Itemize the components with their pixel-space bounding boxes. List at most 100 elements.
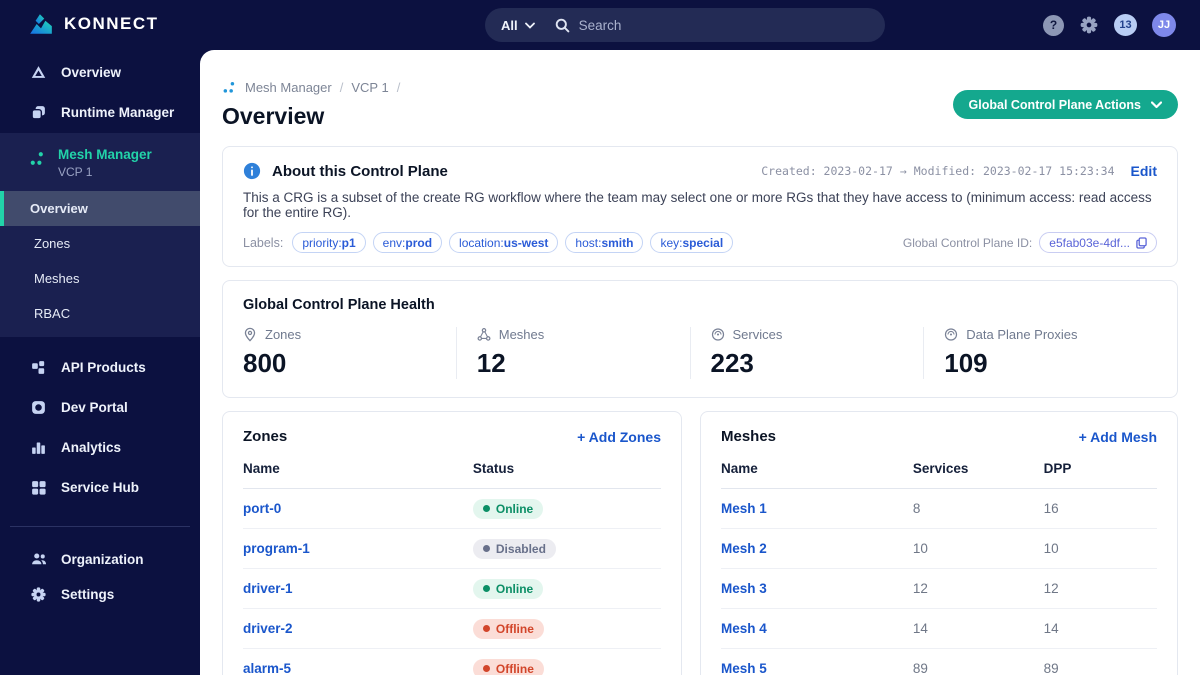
notification-count-badge[interactable]: 13	[1114, 14, 1137, 36]
search-icon	[555, 18, 569, 32]
sidebar-item-service-hub[interactable]: Service Hub	[0, 467, 200, 507]
zone-link[interactable]: driver-2	[243, 621, 293, 636]
label-chip-key: key: special	[650, 232, 734, 253]
breadcrumb-mesh-manager[interactable]: Mesh Manager	[245, 80, 332, 95]
sidebar-mesh-manager-section: Mesh Manager VCP 1 Overview Zones Meshes…	[0, 133, 200, 337]
konnect-logo-icon	[30, 14, 52, 34]
add-zones-link[interactable]: + Add Zones	[577, 429, 661, 445]
status-badge: Online	[472, 498, 544, 519]
sidebar-item-label: Settings	[61, 586, 115, 602]
sidebar-item-label: Runtime Manager	[61, 104, 175, 120]
topbar-actions: ? 13 JJ	[1043, 13, 1176, 37]
sidebar-item-mesh-manager[interactable]: Mesh Manager VCP 1	[0, 142, 200, 185]
mesh-link[interactable]: Mesh 2	[721, 541, 767, 556]
mesh-link[interactable]: Mesh 4	[721, 621, 767, 636]
mesh-manager-sublabel: VCP 1	[58, 165, 93, 179]
chevron-down-icon	[1151, 100, 1162, 108]
sidebar-item-runtime-manager[interactable]: Runtime Manager	[0, 92, 200, 132]
zone-row: port-0 Online	[243, 489, 661, 529]
sidebar-item-settings[interactable]: Settings	[0, 577, 200, 611]
sidebar-item-label: Overview	[61, 64, 122, 80]
mesh-dots-icon	[29, 150, 46, 167]
sidebar-item-dev-portal[interactable]: Dev Portal	[0, 387, 200, 427]
search-scope-value: All	[501, 17, 518, 33]
mesh-link[interactable]: Mesh 1	[721, 501, 767, 516]
timestamps: Created: 2023-02-17 → Modified: 2023-02-…	[761, 164, 1114, 178]
dev-portal-icon	[29, 399, 48, 416]
zone-link[interactable]: port-0	[243, 501, 281, 516]
mesh-globe-icon	[711, 328, 724, 341]
search-input[interactable]	[578, 17, 799, 33]
about-card-title: About this Control Plane	[272, 162, 448, 180]
control-plane-id-chip[interactable]: e5fab03e-4df...	[1039, 232, 1157, 253]
zone-link[interactable]: program-1	[243, 541, 310, 556]
label-chip-env: env: prod	[372, 232, 443, 253]
meshes-table-header: Name Services DPP	[721, 449, 1157, 489]
label-chip-location: location: us-west	[449, 232, 559, 253]
zones-card-title: Zones	[243, 428, 288, 445]
modified-timestamp: Modified: 2023-02-17 15:23:34	[913, 164, 1115, 178]
info-icon	[243, 162, 261, 180]
topbar: KONNECT All ? 13 JJ	[0, 0, 1200, 50]
mesh-row: Mesh 3 12 12	[721, 569, 1157, 609]
metric-dpp-value: 109	[944, 348, 988, 378]
mesh-link[interactable]: Mesh 5	[721, 661, 767, 675]
sidebar-item-label: Dev Portal	[61, 399, 128, 415]
status-badge: Offline	[472, 658, 544, 675]
mesh-dots-icon	[223, 82, 235, 93]
help-button[interactable]: ?	[1043, 14, 1064, 36]
global-control-plane-actions-button[interactable]: Global Control Plane Actions	[952, 90, 1178, 119]
mesh-row: Mesh 4 14 14	[721, 609, 1157, 649]
control-plane-description: This a CRG is a subset of the create RG …	[243, 190, 1152, 220]
metric-services: Services 223	[689, 327, 924, 379]
sidebar-item-analytics[interactable]: Analytics	[0, 427, 200, 467]
user-avatar[interactable]: JJ	[1152, 13, 1176, 37]
service-hub-grid-icon	[29, 479, 48, 496]
sidebar-item-overview[interactable]: Overview	[0, 52, 200, 92]
sidebar-subitem-meshes[interactable]: Meshes	[0, 261, 200, 296]
search-scope-dropdown[interactable]: All	[501, 18, 535, 33]
zone-row: alarm-5 Offline	[243, 649, 661, 675]
zones-card: Zones + Add Zones Name Status port-0 Onl…	[222, 411, 682, 675]
add-mesh-link[interactable]: + Add Mesh	[1079, 429, 1157, 445]
mesh-link[interactable]: Mesh 3	[721, 581, 767, 596]
sidebar-subitem-rbac[interactable]: RBAC	[0, 296, 200, 331]
organization-people-icon	[29, 550, 48, 568]
sidebar-subitem-zones[interactable]: Zones	[0, 226, 200, 261]
zone-row: program-1 Disabled	[243, 529, 661, 569]
metric-data-plane-proxies: Data Plane Proxies 109	[923, 327, 1157, 379]
sidebar-item-label: API Products	[61, 359, 146, 375]
sidebar-item-label: Organization	[61, 551, 144, 567]
brand-logo[interactable]: KONNECT	[28, 11, 159, 37]
label-chip-priority: priority: p1	[292, 232, 366, 253]
api-products-squares-icon	[29, 359, 48, 376]
label-chip-host: host: smith	[565, 232, 644, 253]
status-badge: Online	[472, 578, 544, 599]
status-badge: Offline	[472, 618, 544, 639]
runtime-manager-layers-icon	[29, 104, 48, 121]
breadcrumb-vcp-1[interactable]: VCP 1	[351, 80, 388, 95]
sidebar-item-api-products[interactable]: API Products	[0, 347, 200, 387]
metric-meshes: Meshes 12	[455, 327, 690, 379]
metric-zones-value: 800	[243, 348, 287, 378]
zone-row: driver-2 Offline	[243, 609, 661, 649]
pin-icon	[244, 327, 256, 342]
meshes-card: Meshes + Add Mesh Name Services DPP Mesh…	[700, 411, 1178, 675]
chevron-down-icon	[524, 22, 535, 29]
sidebar-item-organization[interactable]: Organization	[0, 541, 200, 577]
labels-label: Labels:	[243, 235, 284, 250]
settings-gear-icon[interactable]	[1079, 15, 1099, 35]
sidebar-item-label: Analytics	[61, 439, 122, 455]
health-card: Global Control Plane Health Zones 800 Me…	[222, 280, 1178, 398]
control-plane-id-label: Global Control Plane ID:	[902, 235, 1033, 250]
zone-link[interactable]: driver-1	[243, 581, 293, 596]
zone-row: driver-1 Online	[243, 569, 661, 609]
metric-zones: Zones 800	[243, 327, 456, 379]
global-search[interactable]: All	[485, 8, 885, 42]
zone-link[interactable]: alarm-5	[243, 661, 291, 675]
edit-link[interactable]: Edit	[1131, 163, 1157, 179]
mesh-manager-label: Mesh Manager	[58, 147, 152, 162]
sidebar-subitem-overview[interactable]: Overview	[0, 191, 200, 226]
overview-triangle-icon	[29, 64, 48, 81]
analytics-bars-icon	[29, 439, 48, 456]
